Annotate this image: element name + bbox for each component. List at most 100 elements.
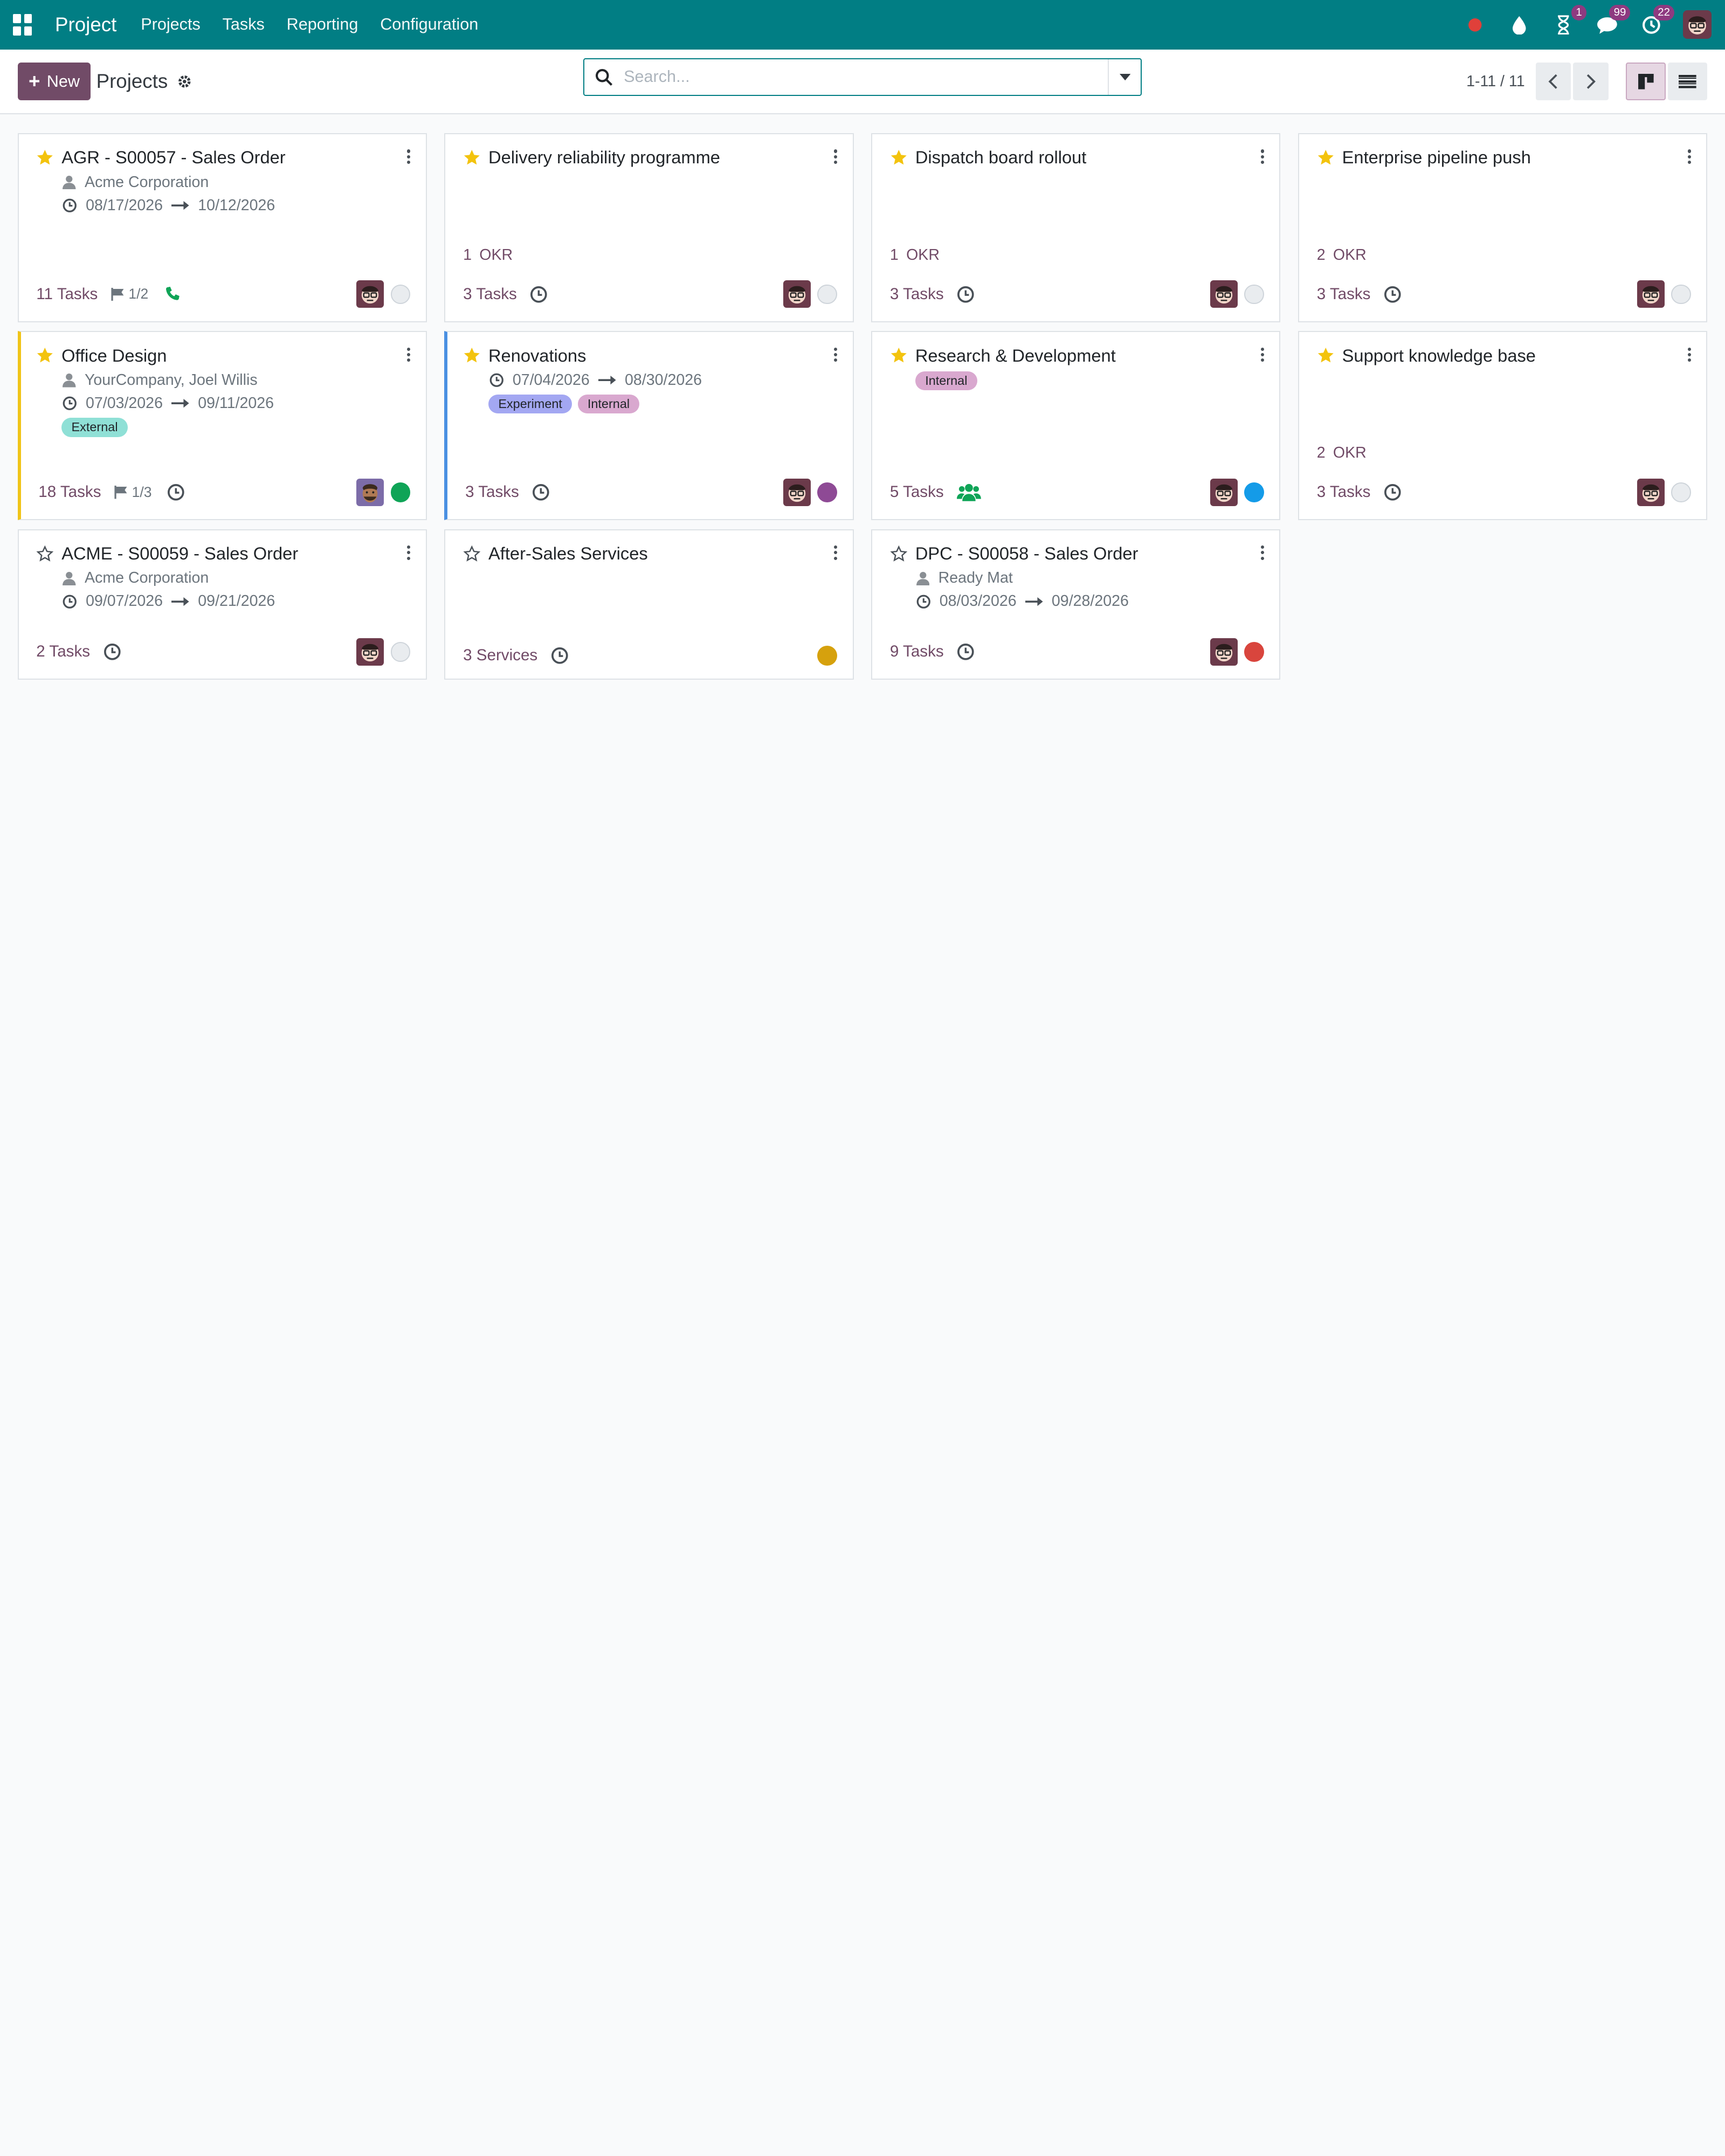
project-status-indicator[interactable] — [390, 482, 411, 502]
task-count-link[interactable]: 3 Tasks — [1317, 285, 1371, 303]
assignee-avatar[interactable] — [1210, 280, 1238, 308]
kebab-menu-icon[interactable] — [407, 347, 411, 362]
messages-icon[interactable]: 99 — [1595, 5, 1631, 37]
project-status-indicator[interactable] — [390, 641, 411, 662]
project-card[interactable]: Delivery reliability programme 1 OKR 3 Task… — [444, 133, 854, 322]
okr-link[interactable]: 1 OKR — [890, 246, 940, 264]
clock-icon[interactable] — [532, 483, 550, 501]
project-card[interactable]: Dispatch board rollout 1 OKR 3 Tasks — [871, 133, 1281, 322]
clock-icon[interactable] — [1384, 286, 1402, 303]
user-avatar[interactable] — [1683, 10, 1712, 39]
clock-icon[interactable] — [551, 647, 569, 665]
kebab-menu-icon[interactable] — [833, 545, 838, 560]
project-card[interactable]: After-Sales Services 3 Services — [444, 529, 854, 680]
favorite-star-empty-icon[interactable] — [890, 545, 908, 563]
task-count-link[interactable]: 3 Services — [463, 646, 537, 665]
clock-icon[interactable] — [1384, 483, 1402, 501]
project-status-indicator[interactable] — [1671, 482, 1691, 502]
clock-icon[interactable] — [957, 286, 975, 303]
project-status-indicator[interactable] — [817, 482, 838, 502]
new-button[interactable]: + New — [17, 63, 91, 100]
assignee-avatar[interactable] — [1210, 478, 1238, 506]
search-input[interactable] — [624, 67, 1108, 87]
favorite-star-filled-icon[interactable] — [463, 347, 481, 364]
project-card[interactable]: Enterprise pipeline push 2 OKR 3 Tasks — [1298, 133, 1708, 322]
clock-icon[interactable] — [104, 643, 121, 661]
search-options-dropdown[interactable] — [1108, 59, 1141, 95]
kanban-view-button[interactable] — [1626, 63, 1666, 100]
kebab-menu-icon[interactable] — [407, 149, 411, 164]
users-icon[interactable] — [957, 482, 982, 502]
project-title[interactable]: After-Sales Services — [488, 543, 648, 564]
favorite-star-filled-icon[interactable] — [890, 149, 908, 167]
pager-next-button[interactable] — [1573, 63, 1609, 100]
project-title[interactable]: Dispatch board rollout — [915, 147, 1087, 168]
project-card[interactable]: AGR - S00057 - Sales Order Acme Corporati… — [17, 133, 427, 322]
menu-configuration[interactable]: Configuration — [380, 15, 478, 34]
project-title[interactable]: Support knowledge base — [1342, 345, 1536, 366]
assignee-avatar[interactable] — [1210, 638, 1238, 666]
project-card[interactable]: Research & Development Internal 5 Tasks — [871, 331, 1281, 521]
favorite-star-empty-icon[interactable] — [36, 545, 54, 563]
okr-link[interactable]: 1 OKR — [463, 246, 513, 264]
app-name[interactable]: Project — [55, 13, 116, 36]
menu-tasks[interactable]: Tasks — [223, 15, 265, 34]
project-card[interactable]: DPC - S00058 - Sales Order Ready Mat 08/03… — [871, 529, 1281, 680]
kebab-menu-icon[interactable] — [833, 149, 838, 164]
task-count-link[interactable]: 5 Tasks — [890, 483, 944, 501]
pager-previous-button[interactable] — [1536, 63, 1571, 100]
kebab-menu-icon[interactable] — [1260, 347, 1264, 362]
favorite-star-filled-icon[interactable] — [1317, 149, 1335, 167]
favorite-star-filled-icon[interactable] — [890, 347, 908, 364]
task-count-link[interactable]: 3 Tasks — [463, 285, 517, 303]
task-count-link[interactable]: 2 Tasks — [36, 642, 90, 661]
apps-menu-icon[interactable] — [13, 13, 35, 36]
clock-icon[interactable] — [530, 286, 548, 303]
project-status-indicator[interactable] — [817, 284, 838, 305]
favorite-star-filled-icon[interactable] — [463, 149, 481, 167]
assignee-avatar[interactable] — [356, 478, 384, 506]
favorite-star-filled-icon[interactable] — [36, 347, 54, 364]
task-count-link[interactable]: 11 Tasks — [36, 285, 98, 303]
project-title[interactable]: DPC - S00058 - Sales Order — [915, 543, 1138, 564]
task-count-link[interactable]: 3 Tasks — [890, 285, 944, 303]
project-card[interactable]: Renovations 07/04/2026 08/30/2026 Experimen… — [444, 331, 854, 521]
menu-projects[interactable]: Projects — [141, 15, 201, 34]
task-count-link[interactable]: 18 Tasks — [38, 483, 101, 501]
kebab-menu-icon[interactable] — [1687, 347, 1691, 362]
project-title[interactable]: Renovations — [488, 345, 586, 366]
pager-value[interactable]: 1-11 / 11 — [1466, 73, 1525, 91]
recording-dot-icon[interactable] — [1463, 12, 1487, 37]
project-title[interactable]: AGR - S00057 - Sales Order — [61, 147, 285, 168]
assignee-avatar[interactable] — [1637, 478, 1665, 506]
clock-icon[interactable] — [167, 483, 185, 501]
favorite-star-filled-icon[interactable] — [36, 149, 54, 167]
assignee-avatar[interactable] — [1637, 280, 1665, 308]
project-title[interactable]: Research & Development — [915, 345, 1116, 366]
task-count-link[interactable]: 9 Tasks — [890, 642, 944, 661]
favorite-star-filled-icon[interactable] — [1317, 347, 1335, 364]
task-count-link[interactable]: 3 Tasks — [1317, 483, 1371, 501]
assignee-avatar[interactable] — [783, 280, 811, 308]
project-title[interactable]: Delivery reliability programme — [488, 147, 720, 168]
project-card[interactable]: ACME - S00059 - Sales Order Acme Corporat… — [17, 529, 427, 680]
project-status-indicator[interactable] — [1244, 482, 1264, 502]
project-status-indicator[interactable] — [1671, 284, 1691, 305]
okr-link[interactable]: 2 OKR — [1317, 246, 1367, 264]
project-title[interactable]: Office Design — [61, 345, 167, 366]
assignee-avatar[interactable] — [356, 280, 384, 308]
task-count-link[interactable]: 3 Tasks — [465, 483, 519, 501]
project-status-indicator[interactable] — [1244, 284, 1264, 305]
kebab-menu-icon[interactable] — [1260, 545, 1264, 560]
menu-reporting[interactable]: Reporting — [287, 15, 358, 34]
clock-icon[interactable] — [957, 643, 975, 661]
list-view-button[interactable] — [1667, 63, 1708, 100]
okr-link[interactable]: 2 OKR — [1317, 444, 1367, 462]
project-status-indicator[interactable] — [817, 645, 838, 666]
project-status-indicator[interactable] — [1244, 641, 1264, 662]
kebab-menu-icon[interactable] — [833, 347, 838, 362]
phone-icon[interactable] — [164, 286, 182, 303]
kebab-menu-icon[interactable] — [1260, 149, 1264, 164]
project-title[interactable]: Enterprise pipeline push — [1342, 147, 1531, 168]
project-status-indicator[interactable] — [390, 284, 411, 305]
